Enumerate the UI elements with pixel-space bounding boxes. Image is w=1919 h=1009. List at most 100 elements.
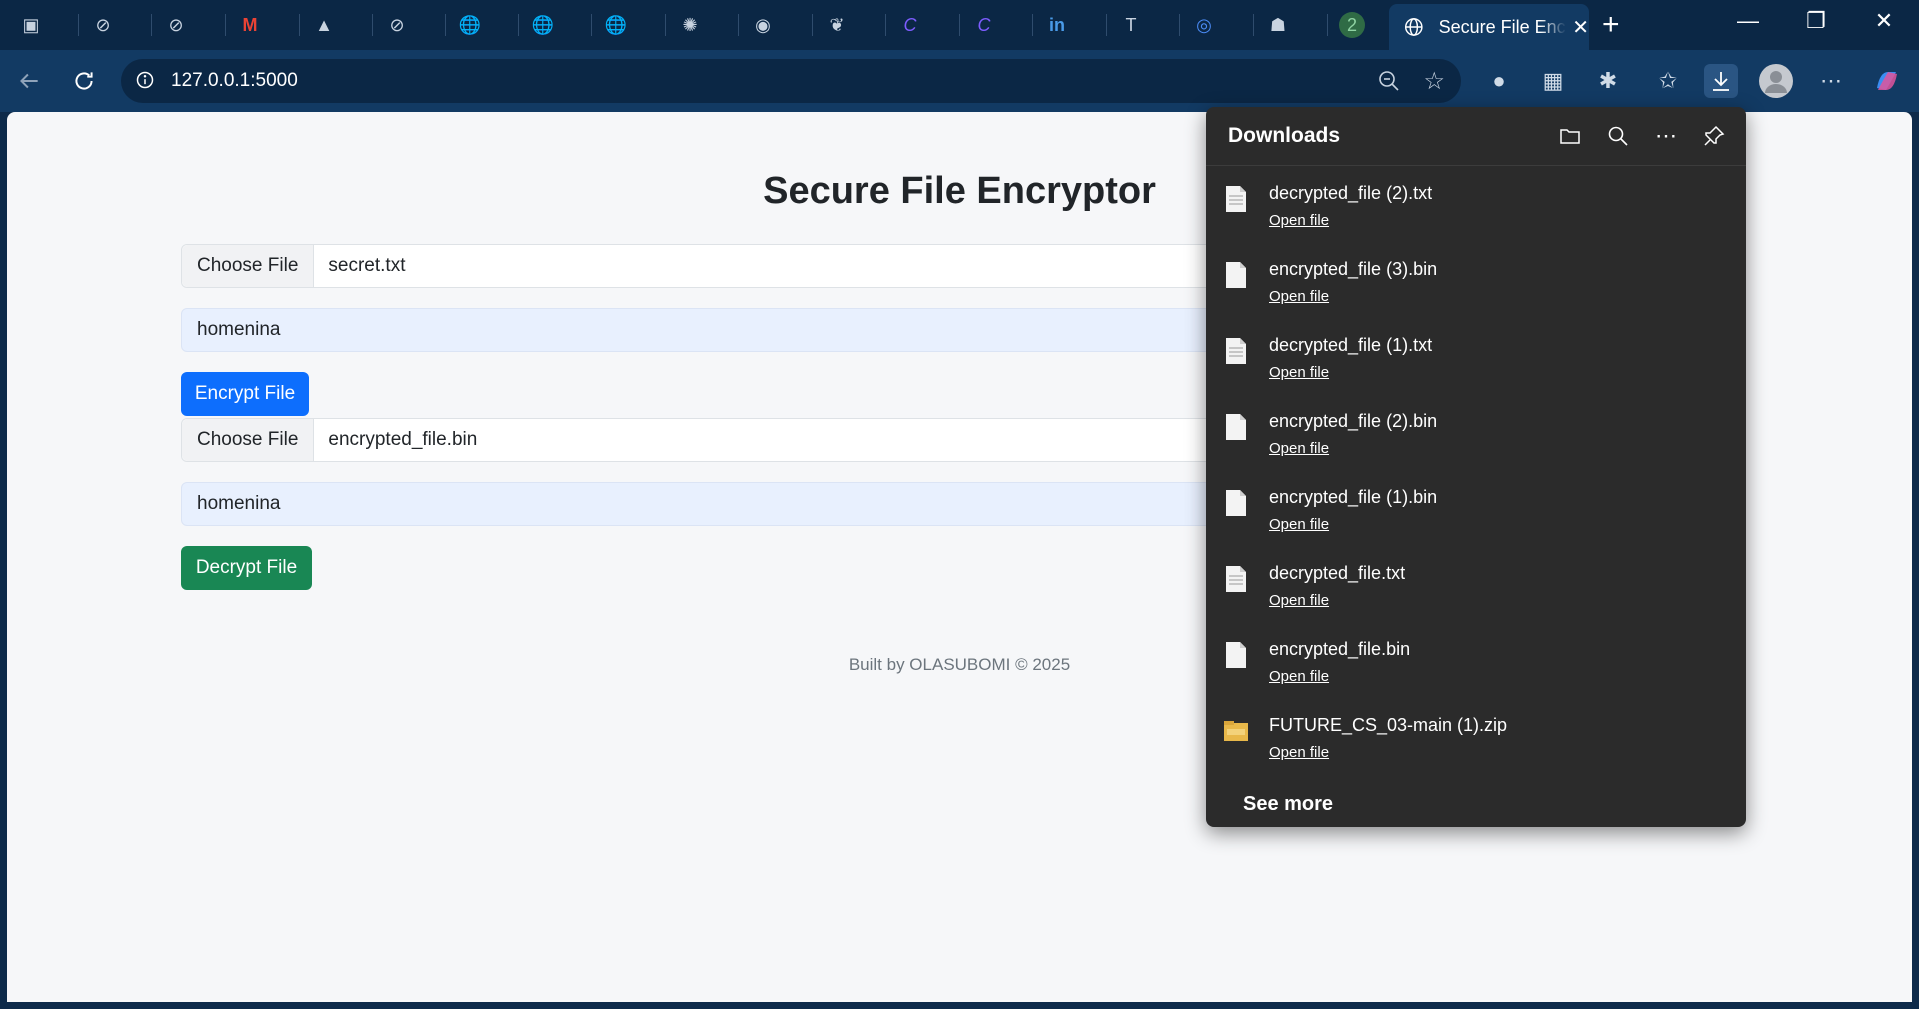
copilot-vision-icon[interactable]: ● [1482,64,1516,98]
tab-separator [299,14,300,36]
game-icon[interactable]: ☗ [1265,12,1291,38]
ext-icon[interactable]: ⊘ [90,12,116,38]
github-icon[interactable]: ◉ [750,12,776,38]
open-file-link[interactable]: Open file [1269,744,1329,761]
ext-icon[interactable]: ⊘ [163,12,189,38]
gmail-icon[interactable]: M [237,12,263,38]
circle-icon[interactable]: ◎ [1191,12,1217,38]
open-file-link[interactable]: Open file [1269,364,1329,381]
download-file-name: encrypted_file (2).bin [1269,411,1438,431]
window-close-button[interactable]: ✕ [1864,8,1904,34]
sidebar-icon[interactable]: ▣ [18,12,44,38]
tab-separator [151,14,152,36]
open-file-link[interactable]: Open file [1269,440,1329,457]
download-file-name: decrypted_file (2).txt [1269,183,1433,203]
tab-separator [1327,14,1328,36]
back-button[interactable] [12,64,46,98]
profile-avatar[interactable] [1759,64,1793,98]
file-icon [1226,186,1246,212]
leaf-icon[interactable]: ❦ [824,12,850,38]
encrypt-file-button[interactable]: Encrypt File [181,372,309,416]
downloads-title: Downloads [1228,124,1341,147]
tab-separator [591,14,592,36]
new-tab-button[interactable]: + [1602,8,1620,42]
downloads-panel: Downloads ⋯ decrypted_file (2).txt Open f… [1206,107,1746,827]
zip-folder-icon [1224,721,1248,741]
tab-separator [885,14,886,36]
tab-separator [959,14,960,36]
downloads-button[interactable] [1704,64,1738,98]
extensions-puzzle-icon[interactable]: ✱ [1591,64,1625,98]
globe-icon[interactable]: 🌐 [530,12,556,38]
tab-active[interactable]: Secure File Encryptor ✕ [1389,4,1589,50]
tab-separator [225,14,226,36]
search-icon[interactable] [1603,121,1633,151]
minimize-button[interactable]: — [1728,8,1768,34]
tab-separator [738,14,739,36]
download-file-name: decrypted_file (1).txt [1269,335,1433,355]
ext-icon[interactable]: ⊘ [384,12,410,38]
file-icon [1226,490,1246,516]
open-file-link[interactable]: Open file [1269,212,1329,229]
encrypt-choose-file-button[interactable]: Choose File [182,245,315,287]
download-item[interactable]: encrypted_file (3).bin Open file [1206,249,1746,325]
download-file-name: decrypted_file.txt [1269,563,1406,583]
linkedin-icon[interactable]: in [1044,12,1070,38]
zoom-out-icon[interactable] [1377,69,1401,93]
pin-icon[interactable] [1699,121,1729,151]
tab-separator [1106,14,1107,36]
more-menu-icon[interactable]: ⋯ [1814,64,1848,98]
open-file-link[interactable]: Open file [1269,592,1329,609]
globe-icon [1404,18,1423,36]
refresh-button[interactable] [67,64,101,98]
tab-separator [78,14,79,36]
favorites-icon[interactable]: ✩ [1651,64,1685,98]
file-icon [1226,338,1246,364]
info-icon[interactable] [135,70,155,90]
open-folder-icon[interactable] [1555,121,1585,151]
tab-separator [665,14,666,36]
canva-icon[interactable]: C [897,12,923,38]
open-file-link[interactable]: Open file [1269,288,1329,305]
tab-title: Secure File Encryptor [1438,16,1567,37]
download-item[interactable]: FUTURE_CS_03-main (1).zip Open file [1206,705,1746,781]
tab-separator [1179,14,1180,36]
globe-icon[interactable]: 🌐 [603,12,629,38]
favorite-star-icon[interactable]: ☆ [1423,67,1445,96]
tab-separator [445,14,446,36]
download-item[interactable]: encrypted_file (1).bin Open file [1206,477,1746,553]
address-bar[interactable]: 127.0.0.1:5000 ☆ [121,59,1461,103]
open-file-link[interactable]: Open file [1269,516,1329,533]
tab-strip: ▣ ⊘ ⊘ M ▲ ⊘ 🌐 🌐 🌐 ✺ ◉ ❦ C Cin T ◎ ☗ 2 Secure File Encrypt… [0,0,1919,50]
file-icon [1226,566,1246,592]
decrypt-file-name: encrypted_file.bin [328,429,478,450]
more-options-icon[interactable]: ⋯ [1651,121,1681,151]
extension-icon[interactable]: ▦ [1536,64,1570,98]
download-item[interactable]: decrypted_file (1).txt Open file [1206,325,1746,401]
url-text: 127.0.0.1:5000 [171,70,298,91]
dark-icon[interactable]: ▲ [311,12,337,38]
tab-separator [1032,14,1033,36]
canva-icon[interactable]: C [971,12,997,38]
app-icon[interactable]: T [1118,12,1144,38]
see-more-link[interactable]: See more [1243,793,1333,816]
copilot-icon[interactable] [1870,64,1904,98]
download-item[interactable]: decrypted_file (2).txt Open file [1206,173,1746,249]
chatgpt-icon[interactable]: ✺ [677,12,703,38]
tab-separator [518,14,519,36]
decrypt-choose-file-button[interactable]: Choose File [182,419,315,461]
download-item[interactable]: encrypted_file.bin Open file [1206,629,1746,705]
browser-toolbar: 127.0.0.1:5000 ☆ ● ▦ ✱ ✩ ⋯ [0,50,1919,112]
open-file-link[interactable]: Open file [1269,668,1329,685]
downloads-header: Downloads ⋯ [1206,107,1746,166]
download-file-name: FUTURE_CS_03-main (1).zip [1269,715,1508,735]
close-tab-icon[interactable]: ✕ [1572,15,1589,40]
decrypt-file-button[interactable]: Decrypt File [181,546,312,590]
restore-button[interactable]: ❐ [1796,8,1836,34]
download-item[interactable]: decrypted_file.txt Open file [1206,553,1746,629]
globe-icon[interactable]: 🌐 [457,12,483,38]
download-icon [1713,72,1729,91]
download-item[interactable]: encrypted_file (2).bin Open file [1206,401,1746,477]
file-icon [1226,642,1246,668]
2-icon[interactable]: 2 [1339,12,1365,38]
